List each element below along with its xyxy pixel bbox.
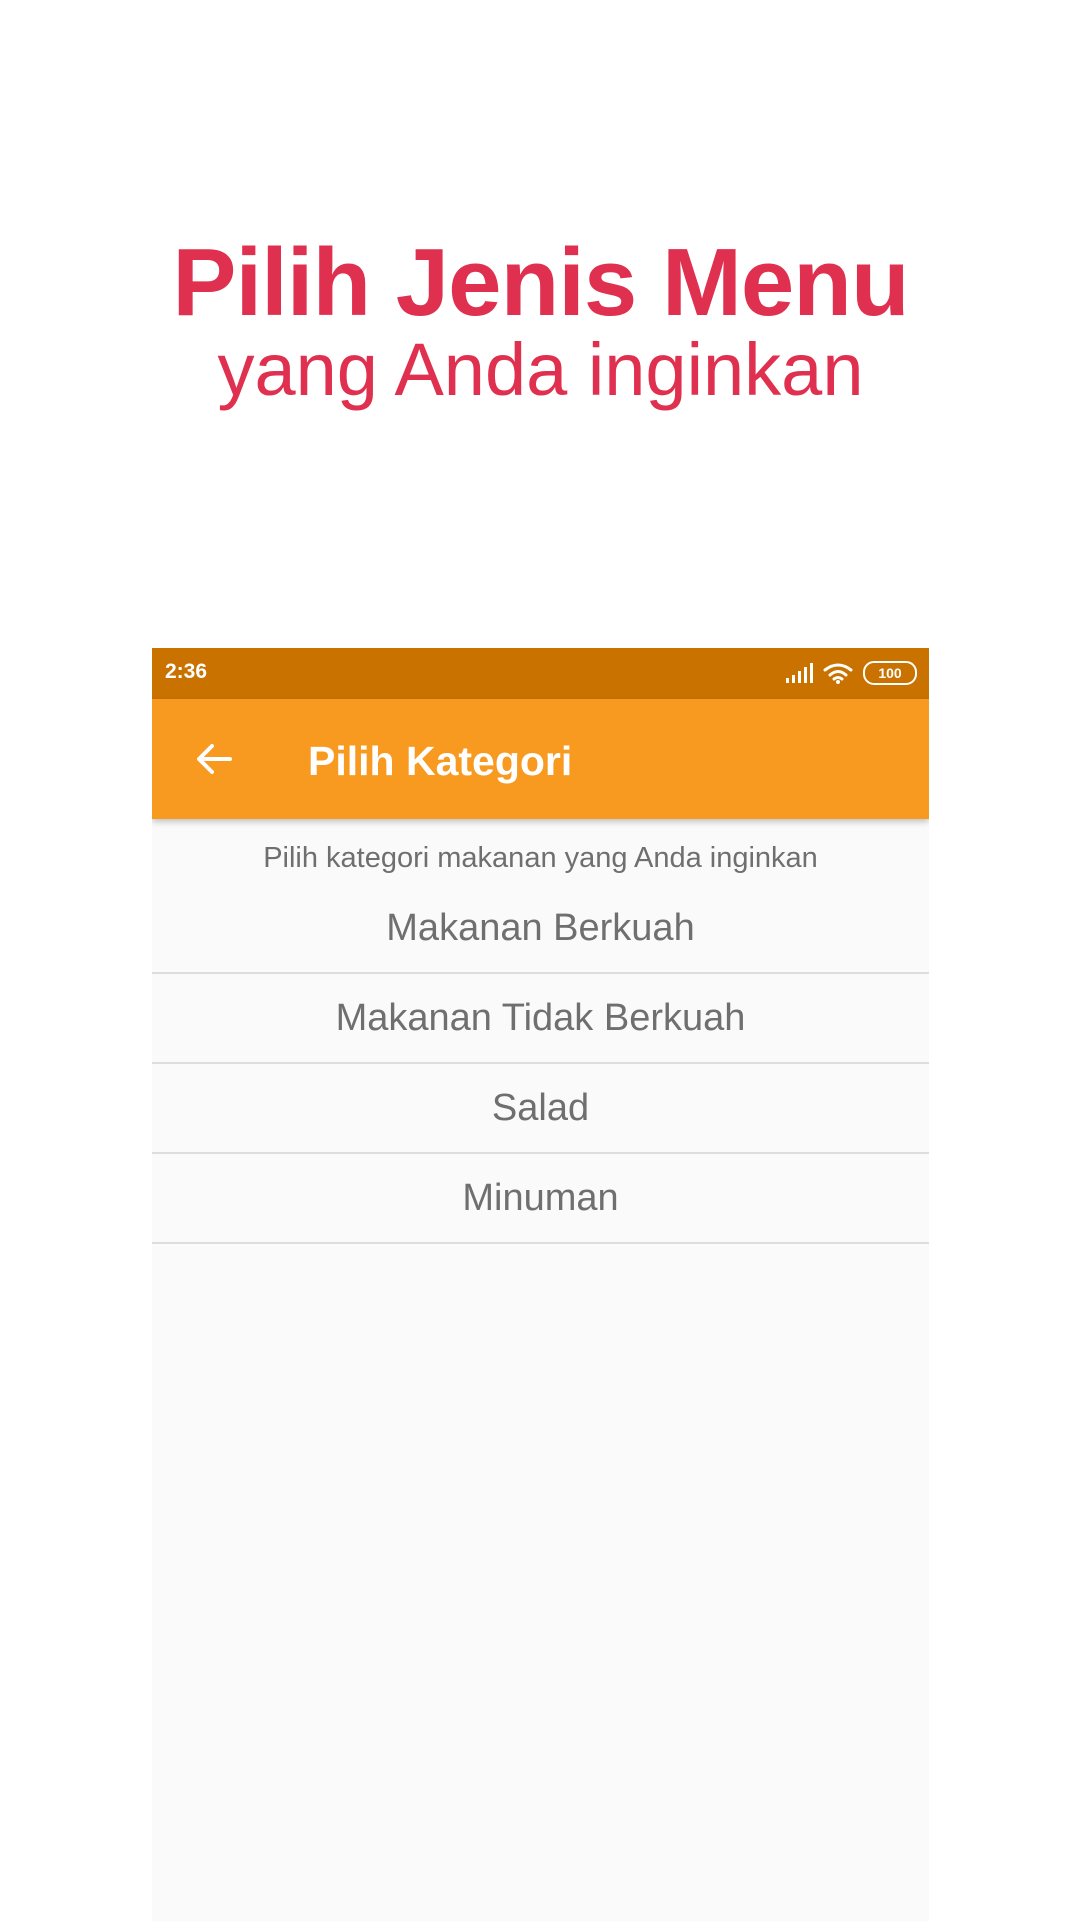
category-item-salad[interactable]: Salad <box>152 1064 929 1154</box>
battery-icon: 100 <box>863 661 917 685</box>
app-bar: Pilih Kategori <box>152 699 929 819</box>
category-item-minuman[interactable]: Minuman <box>152 1154 929 1244</box>
status-icons: 100 <box>785 660 917 686</box>
status-time: 2:36 <box>165 660 208 683</box>
status-bar: 2:36 100 <box>152 648 929 699</box>
phone-screen: 2:36 100 Pilih Kategori Pilih kategori m… <box>152 648 929 1921</box>
arrow-back-icon <box>197 744 232 774</box>
wifi-icon <box>823 663 853 684</box>
category-list: Makanan Berkuah Makanan Tidak Berkuah Sa… <box>152 884 929 1244</box>
category-item-makanan-berkuah[interactable]: Makanan Berkuah <box>152 884 929 974</box>
promo-header: Pilih Jenis Menu yang Anda inginkan <box>0 0 1081 640</box>
back-button[interactable] <box>190 735 238 783</box>
promo-subtitle: yang Anda inginkan <box>217 328 864 411</box>
category-hint: Pilih kategori makanan yang Anda inginka… <box>263 842 818 874</box>
category-item-makanan-tidak-berkuah[interactable]: Makanan Tidak Berkuah <box>152 974 929 1064</box>
promo-title: Pilih Jenis Menu <box>172 229 909 336</box>
app-bar-title: Pilih Kategori <box>308 738 573 784</box>
signal-icon <box>786 663 813 683</box>
